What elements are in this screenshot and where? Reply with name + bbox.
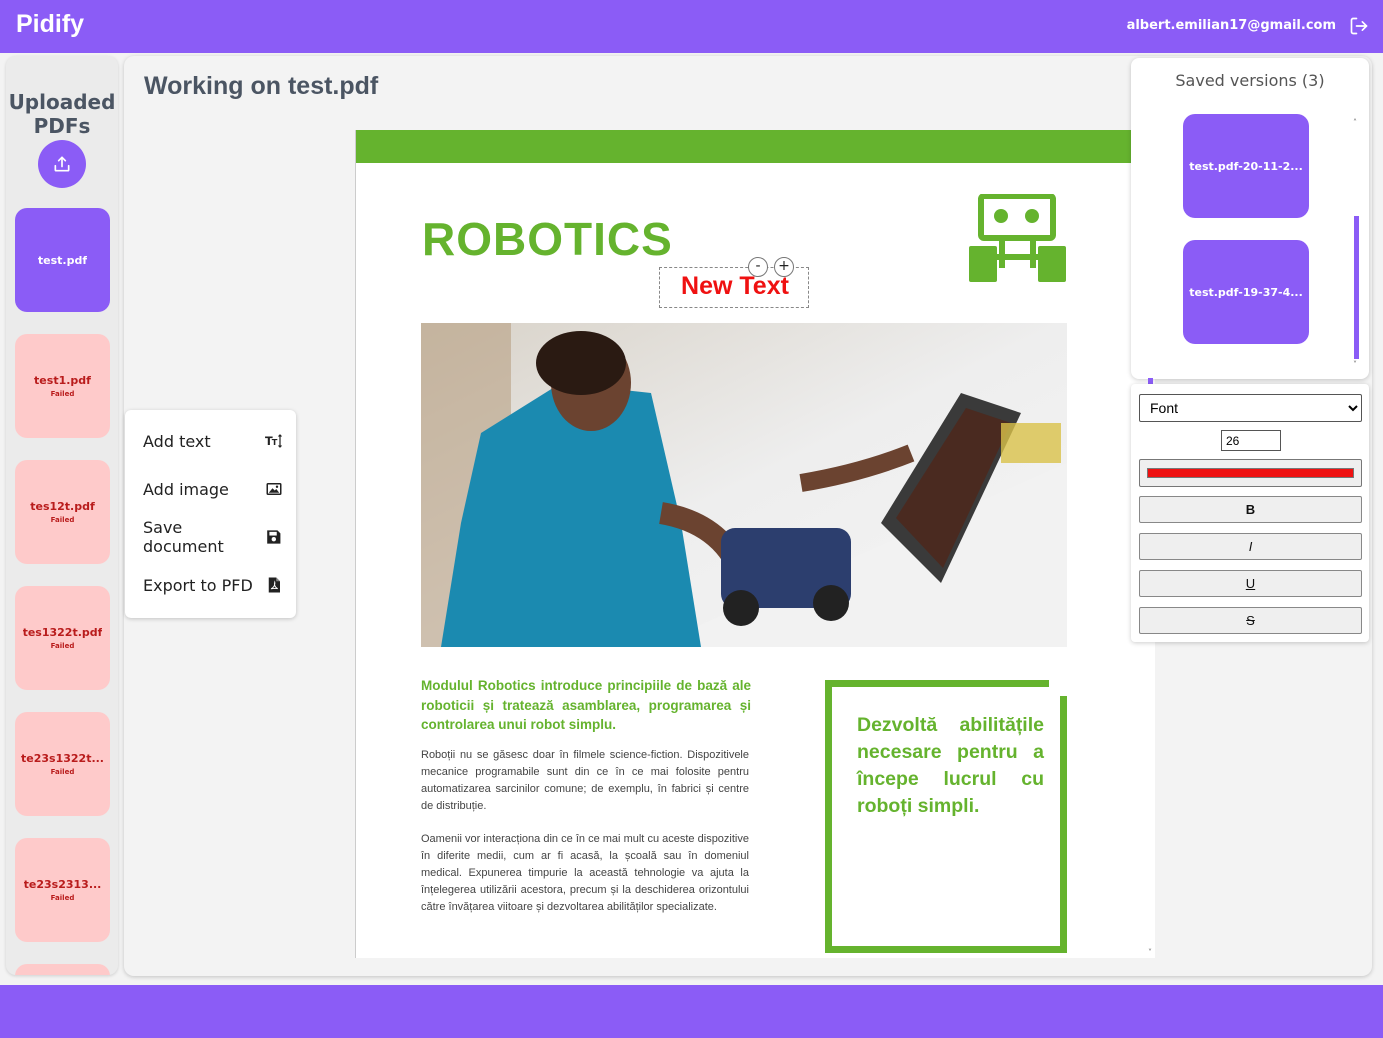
- pdf-card-active[interactable]: test.pdf: [15, 208, 110, 312]
- pdf-page[interactable]: ROBOTICS - + New Text Modulul Robotics i…: [355, 130, 1155, 958]
- callout-notch: [1049, 680, 1067, 696]
- doc-lead-paragraph: Modulul Robotics introduce principiile d…: [421, 678, 751, 732]
- pdf-status: Failed: [50, 390, 75, 398]
- text-color-picker[interactable]: [1139, 459, 1362, 487]
- pdf-card-failed[interactable]: te23s2313... Failed: [15, 838, 110, 942]
- new-text-box[interactable]: - + New Text: [659, 257, 810, 308]
- page-scroll-down-arrow-icon[interactable]: ˅: [1148, 948, 1152, 957]
- text-size-icon: TT: [265, 434, 282, 448]
- upload-button[interactable]: [38, 140, 86, 188]
- pdf-name: te23s1322t...: [21, 752, 104, 765]
- robotics-photo: [421, 323, 1067, 647]
- uploaded-pdfs-sidebar: Uploaded PDFs test.pdf test1.pdf Failed …: [6, 56, 118, 975]
- image-icon: [266, 483, 282, 495]
- new-text-label[interactable]: New Text: [660, 272, 810, 301]
- add-text-label: Add text: [143, 431, 211, 451]
- version-card[interactable]: test.pdf-19-37-4...: [1183, 240, 1309, 344]
- logout-icon[interactable]: [1349, 16, 1369, 36]
- pdf-card-failed[interactable]: tes1322t.pdf Failed: [15, 586, 110, 690]
- pdf-name: tes12t.pdf: [30, 500, 95, 513]
- doc-heading: ROBOTICS: [422, 213, 673, 265]
- user-email: albert.emilian17@gmail.com: [1126, 18, 1336, 33]
- robot-icon: [969, 194, 1066, 282]
- doc-callout-box: Dezvoltă abilitățile necesare pentru a î…: [825, 680, 1067, 953]
- font-size-input[interactable]: [1221, 430, 1281, 451]
- pdf-name: tes1322t.pdf: [22, 626, 103, 639]
- export-pdf-button[interactable]: Export to PFD: [143, 573, 283, 597]
- save-document-button[interactable]: Save document: [143, 518, 283, 556]
- scroll-down-arrow-icon[interactable]: ˅: [1353, 360, 1357, 369]
- font-select[interactable]: Font: [1139, 394, 1362, 422]
- add-image-button[interactable]: Add image: [143, 477, 283, 501]
- text-properties-panel: Font B I U S: [1131, 384, 1369, 642]
- saved-versions-panel: Saved versions (3) test.pdf-20-11-2... t…: [1131, 58, 1369, 379]
- pdf-card-partial[interactable]: [15, 964, 110, 975]
- pdf-name: test1.pdf: [34, 374, 91, 387]
- pdf-card-failed[interactable]: te23s1322t... Failed: [15, 712, 110, 816]
- tool-menu: Add text TT Add image Save document Expo…: [125, 410, 296, 618]
- pdf-name: test.pdf: [37, 253, 88, 267]
- page-header-band: [356, 130, 1155, 163]
- versions-title: Saved versions (3): [1175, 71, 1325, 90]
- doc-paragraph: Roboții nu se găsesc doar în filmele sci…: [421, 749, 749, 812]
- pdf-name: te23s2313...: [23, 878, 102, 891]
- add-text-button[interactable]: Add text TT: [143, 429, 283, 453]
- svg-text:T: T: [272, 437, 278, 447]
- footer-bar: [0, 985, 1383, 1038]
- page-title: Working on test.pdf: [144, 72, 379, 100]
- pdf-status: Failed: [50, 894, 75, 902]
- pdf-file-icon: [268, 577, 280, 593]
- doc-paragraph: Oamenii vor interacționa din ce în ce ma…: [421, 833, 749, 913]
- pdf-card-failed[interactable]: test1.pdf Failed: [15, 334, 110, 438]
- strikethrough-button[interactable]: S: [1139, 607, 1362, 634]
- pdf-status: Failed: [50, 516, 75, 524]
- scroll-up-arrow-icon[interactable]: ˄: [1353, 118, 1357, 127]
- callout-text: Dezvoltă abilitățile necesare pentru a î…: [857, 714, 1044, 817]
- version-card[interactable]: test.pdf-20-11-2...: [1183, 114, 1309, 218]
- underline-button[interactable]: U: [1139, 570, 1362, 597]
- bold-button[interactable]: B: [1139, 496, 1362, 523]
- export-label: Export to PFD: [143, 575, 253, 595]
- pdf-status: Failed: [50, 768, 75, 776]
- floppy-disk-icon: [267, 530, 281, 544]
- color-swatch: [1147, 468, 1354, 478]
- italic-button[interactable]: I: [1139, 533, 1362, 560]
- save-document-label: Save document: [143, 518, 224, 556]
- add-image-label: Add image: [143, 479, 229, 499]
- sidebar-title: Uploaded PDFs: [8, 90, 116, 138]
- pdf-card-failed[interactable]: tes12t.pdf Failed: [15, 460, 110, 564]
- app-logo[interactable]: Pidify: [16, 10, 84, 39]
- versions-scrollbar-thumb[interactable]: [1354, 216, 1359, 359]
- top-bar: Pidify albert.emilian17@gmail.com: [0, 0, 1383, 53]
- pdf-status: Failed: [50, 642, 75, 650]
- upload-icon: [54, 156, 70, 172]
